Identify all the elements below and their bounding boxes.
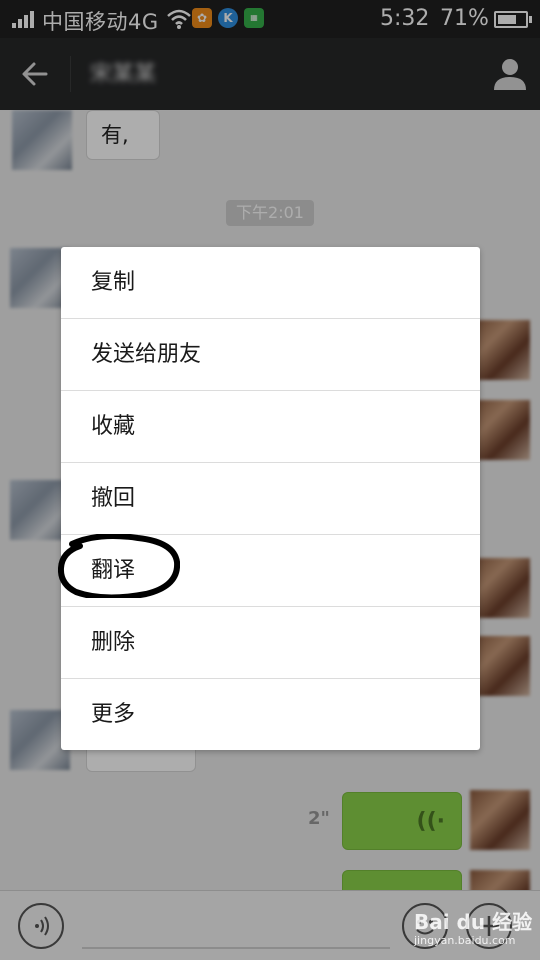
menu-item-delete[interactable]: 删除 — [61, 607, 480, 679]
menu-item-favorite[interactable]: 收藏 — [61, 391, 480, 463]
watermark-url: jingyan.baidu.com — [414, 934, 516, 947]
menu-item-recall[interactable]: 撤回 — [61, 463, 480, 535]
baidu-watermark: Bai du 经验 jingyan.baidu.com — [410, 900, 534, 956]
menu-item-more[interactable]: 更多 — [61, 679, 480, 751]
message-context-menu: 复制 发送给朋友 收藏 撤回 翻译 删除 更多 — [61, 247, 480, 750]
highlight-circle-annotation — [58, 534, 180, 598]
watermark-brand: Bai du 经验 — [414, 910, 533, 934]
menu-item-copy[interactable]: 复制 — [61, 247, 480, 319]
menu-item-send-to-friend[interactable]: 发送给朋友 — [61, 319, 480, 391]
